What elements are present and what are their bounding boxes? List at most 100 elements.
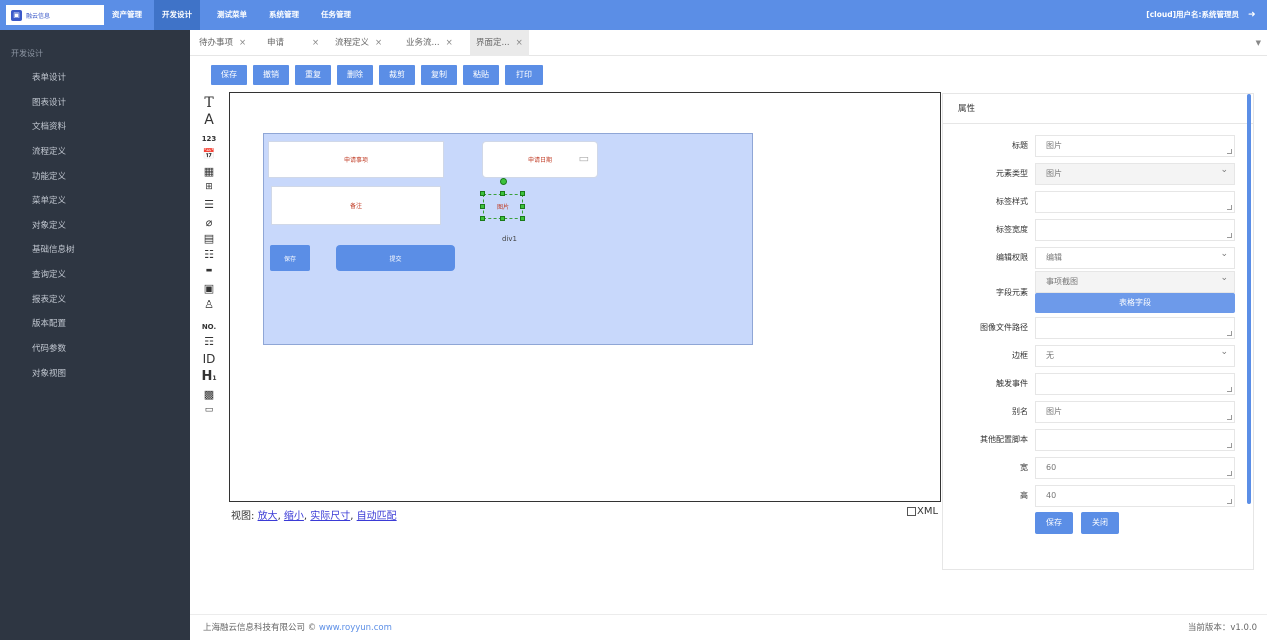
paste-button[interactable]: 粘贴 bbox=[463, 65, 499, 85]
sidebar-item-form-design[interactable]: 表单设计 bbox=[32, 68, 66, 88]
copy-button[interactable]: 复制 bbox=[421, 65, 457, 85]
checklist-tool-icon[interactable]: ☷ bbox=[198, 248, 220, 261]
field-apply-date[interactable]: 申请日期 ▭ bbox=[482, 141, 598, 178]
nav-system-management[interactable]: 系统管理 bbox=[261, 0, 307, 30]
props-close-button[interactable]: 关闭 bbox=[1081, 512, 1119, 534]
prop-image-path-input[interactable] bbox=[1035, 317, 1235, 339]
logout-icon[interactable]: ➜ bbox=[1248, 10, 1258, 20]
image-tool-icon[interactable]: ▩ bbox=[198, 388, 220, 401]
prop-title-input[interactable]: 图片 bbox=[1035, 135, 1235, 157]
tab-process-def[interactable]: 流程定义 × bbox=[335, 30, 382, 56]
resize-handle[interactable] bbox=[480, 204, 485, 209]
sidebar-item-query-def[interactable]: 查询定义 bbox=[32, 265, 66, 285]
tab-business-flow[interactable]: 业务流... × bbox=[406, 30, 453, 56]
undo-button[interactable]: 撤销 bbox=[253, 65, 289, 85]
print-button[interactable]: 打印 bbox=[505, 65, 543, 85]
prop-trigger-event-input[interactable] bbox=[1035, 373, 1235, 395]
nav-dev-design[interactable]: 开发设计 bbox=[154, 0, 200, 30]
chevron-down-icon[interactable]: ▼ bbox=[1256, 39, 1261, 47]
sidebar-item-chart-design[interactable]: 图表设计 bbox=[32, 93, 66, 113]
sidebar-item-report-def[interactable]: 报表定义 bbox=[32, 290, 66, 310]
calendar-tool-icon[interactable]: 📅 bbox=[198, 149, 220, 160]
redo-button[interactable]: 重复 bbox=[295, 65, 331, 85]
auto-fit-link[interactable]: 自动匹配 bbox=[357, 511, 397, 522]
delete-button[interactable]: 删除 bbox=[337, 65, 373, 85]
sidebar-item-function-def[interactable]: 功能定义 bbox=[32, 167, 66, 187]
prop-element-type-select[interactable]: 图片 bbox=[1035, 160, 1235, 185]
prop-border-select[interactable]: 无 bbox=[1035, 342, 1235, 367]
serial-number-tool-icon[interactable]: NO. bbox=[198, 323, 220, 331]
design-canvas[interactable]: 申请事项 申请日期 ▭ 备注 保存 提交 图片 div1 bbox=[229, 92, 941, 502]
sidebar-item-code-params[interactable]: 代码参数 bbox=[32, 339, 66, 359]
user-tool-icon[interactable]: ♙ bbox=[198, 298, 220, 311]
company-name: 上海融云信息科技有限公司 © bbox=[203, 623, 319, 633]
properties-scrollbar[interactable] bbox=[1247, 94, 1251, 504]
sidebar-item-object-def[interactable]: 对象定义 bbox=[32, 216, 66, 236]
form-save-button[interactable]: 保存 bbox=[270, 245, 310, 271]
resize-handle[interactable] bbox=[500, 191, 505, 196]
textarea-tool-icon[interactable]: ▤ bbox=[198, 232, 220, 245]
number-tool-icon[interactable]: 123 bbox=[198, 135, 220, 143]
resize-handle[interactable] bbox=[520, 191, 525, 196]
close-icon[interactable]: × bbox=[446, 38, 453, 48]
sidebar-item-info-tree[interactable]: 基础信息树 bbox=[32, 240, 75, 260]
form-submit-button[interactable]: 提交 bbox=[336, 245, 455, 271]
xml-option[interactable]: XML bbox=[907, 506, 938, 517]
close-icon[interactable]: × bbox=[516, 38, 523, 48]
tab-ui-def[interactable]: 界面定... × bbox=[470, 30, 529, 56]
prop-field-element-select[interactable]: 事项截图 bbox=[1035, 268, 1235, 293]
zoom-in-link[interactable]: 放大 bbox=[258, 511, 278, 522]
date-picker-tool-icon[interactable]: ▣ bbox=[198, 282, 220, 295]
resize-handle[interactable] bbox=[480, 191, 485, 196]
tab-apply[interactable]: 申请 × bbox=[267, 30, 319, 56]
table-tool-icon[interactable]: ▦ bbox=[198, 165, 220, 178]
app-logo[interactable]: ▣ 融云信息 bbox=[6, 5, 104, 25]
heading-tool-icon[interactable]: H1 bbox=[198, 369, 220, 384]
close-icon[interactable]: × bbox=[375, 38, 382, 48]
form-layout-area[interactable]: 申请事项 申请日期 ▭ 备注 保存 提交 图片 div1 bbox=[263, 133, 753, 345]
close-icon[interactable]: × bbox=[312, 38, 319, 48]
resize-handle[interactable] bbox=[500, 216, 505, 221]
prop-other-script-input[interactable] bbox=[1035, 429, 1235, 451]
nav-task-management[interactable]: 任务管理 bbox=[313, 0, 359, 30]
list-tool-icon[interactable]: ☰ bbox=[198, 198, 220, 211]
xml-checkbox[interactable] bbox=[907, 507, 916, 516]
nav-asset-management[interactable]: 资产管理 bbox=[104, 0, 150, 30]
resize-handle[interactable] bbox=[480, 216, 485, 221]
company-website-link[interactable]: www.royyun.com bbox=[319, 623, 392, 633]
sidebar-item-menu-def[interactable]: 菜单定义 bbox=[32, 191, 66, 211]
button-tool-icon[interactable]: ▬ bbox=[198, 266, 220, 274]
sidebar-item-object-view[interactable]: 对象视图 bbox=[32, 364, 66, 384]
prop-height-input[interactable]: 40 bbox=[1035, 485, 1235, 507]
document-tool-icon[interactable]: ☶ bbox=[198, 335, 220, 348]
field-apply-item[interactable]: 申请事项 bbox=[268, 141, 444, 178]
resize-handle[interactable] bbox=[520, 204, 525, 209]
cut-button[interactable]: 裁剪 bbox=[379, 65, 415, 85]
save-button[interactable]: 保存 bbox=[211, 65, 247, 85]
label-tool-icon[interactable]: A bbox=[198, 112, 220, 128]
sidebar-item-process-def[interactable]: 流程定义 bbox=[32, 142, 66, 162]
resize-handle[interactable] bbox=[520, 216, 525, 221]
field-remark[interactable]: 备注 bbox=[271, 186, 441, 225]
sidebar-item-documents[interactable]: 文档资料 bbox=[32, 117, 66, 137]
tree-tool-icon[interactable]: ⊞ bbox=[198, 182, 220, 192]
text-tool-icon[interactable]: T bbox=[198, 95, 220, 111]
actual-size-link[interactable]: 实际尺寸 bbox=[310, 511, 350, 522]
div-tool-icon[interactable]: ▭ bbox=[198, 405, 220, 415]
user-info[interactable]: [cloud]用户名:系统管理员 bbox=[1146, 0, 1239, 30]
nav-test-menu[interactable]: 测试菜单 bbox=[209, 0, 255, 30]
prop-width-input[interactable]: 60 bbox=[1035, 457, 1235, 479]
props-save-button[interactable]: 保存 bbox=[1035, 512, 1073, 534]
prop-label-width-input[interactable] bbox=[1035, 219, 1235, 241]
close-icon[interactable]: × bbox=[239, 38, 246, 48]
prop-edit-permission-select[interactable]: 编辑 bbox=[1035, 244, 1235, 269]
prop-alias-input[interactable]: 图片 bbox=[1035, 401, 1235, 423]
tab-todo[interactable]: 待办事项 × bbox=[199, 30, 246, 56]
id-tool-icon[interactable]: ID bbox=[198, 352, 220, 366]
sidebar-item-version-config[interactable]: 版本配置 bbox=[32, 314, 66, 334]
prop-label-style-input[interactable] bbox=[1035, 191, 1235, 213]
attachment-tool-icon[interactable]: ⌀ bbox=[198, 216, 220, 229]
zoom-out-link[interactable]: 缩小 bbox=[284, 511, 304, 522]
rotate-handle[interactable] bbox=[500, 178, 507, 185]
table-field-button[interactable]: 表格字段 bbox=[1035, 293, 1235, 313]
